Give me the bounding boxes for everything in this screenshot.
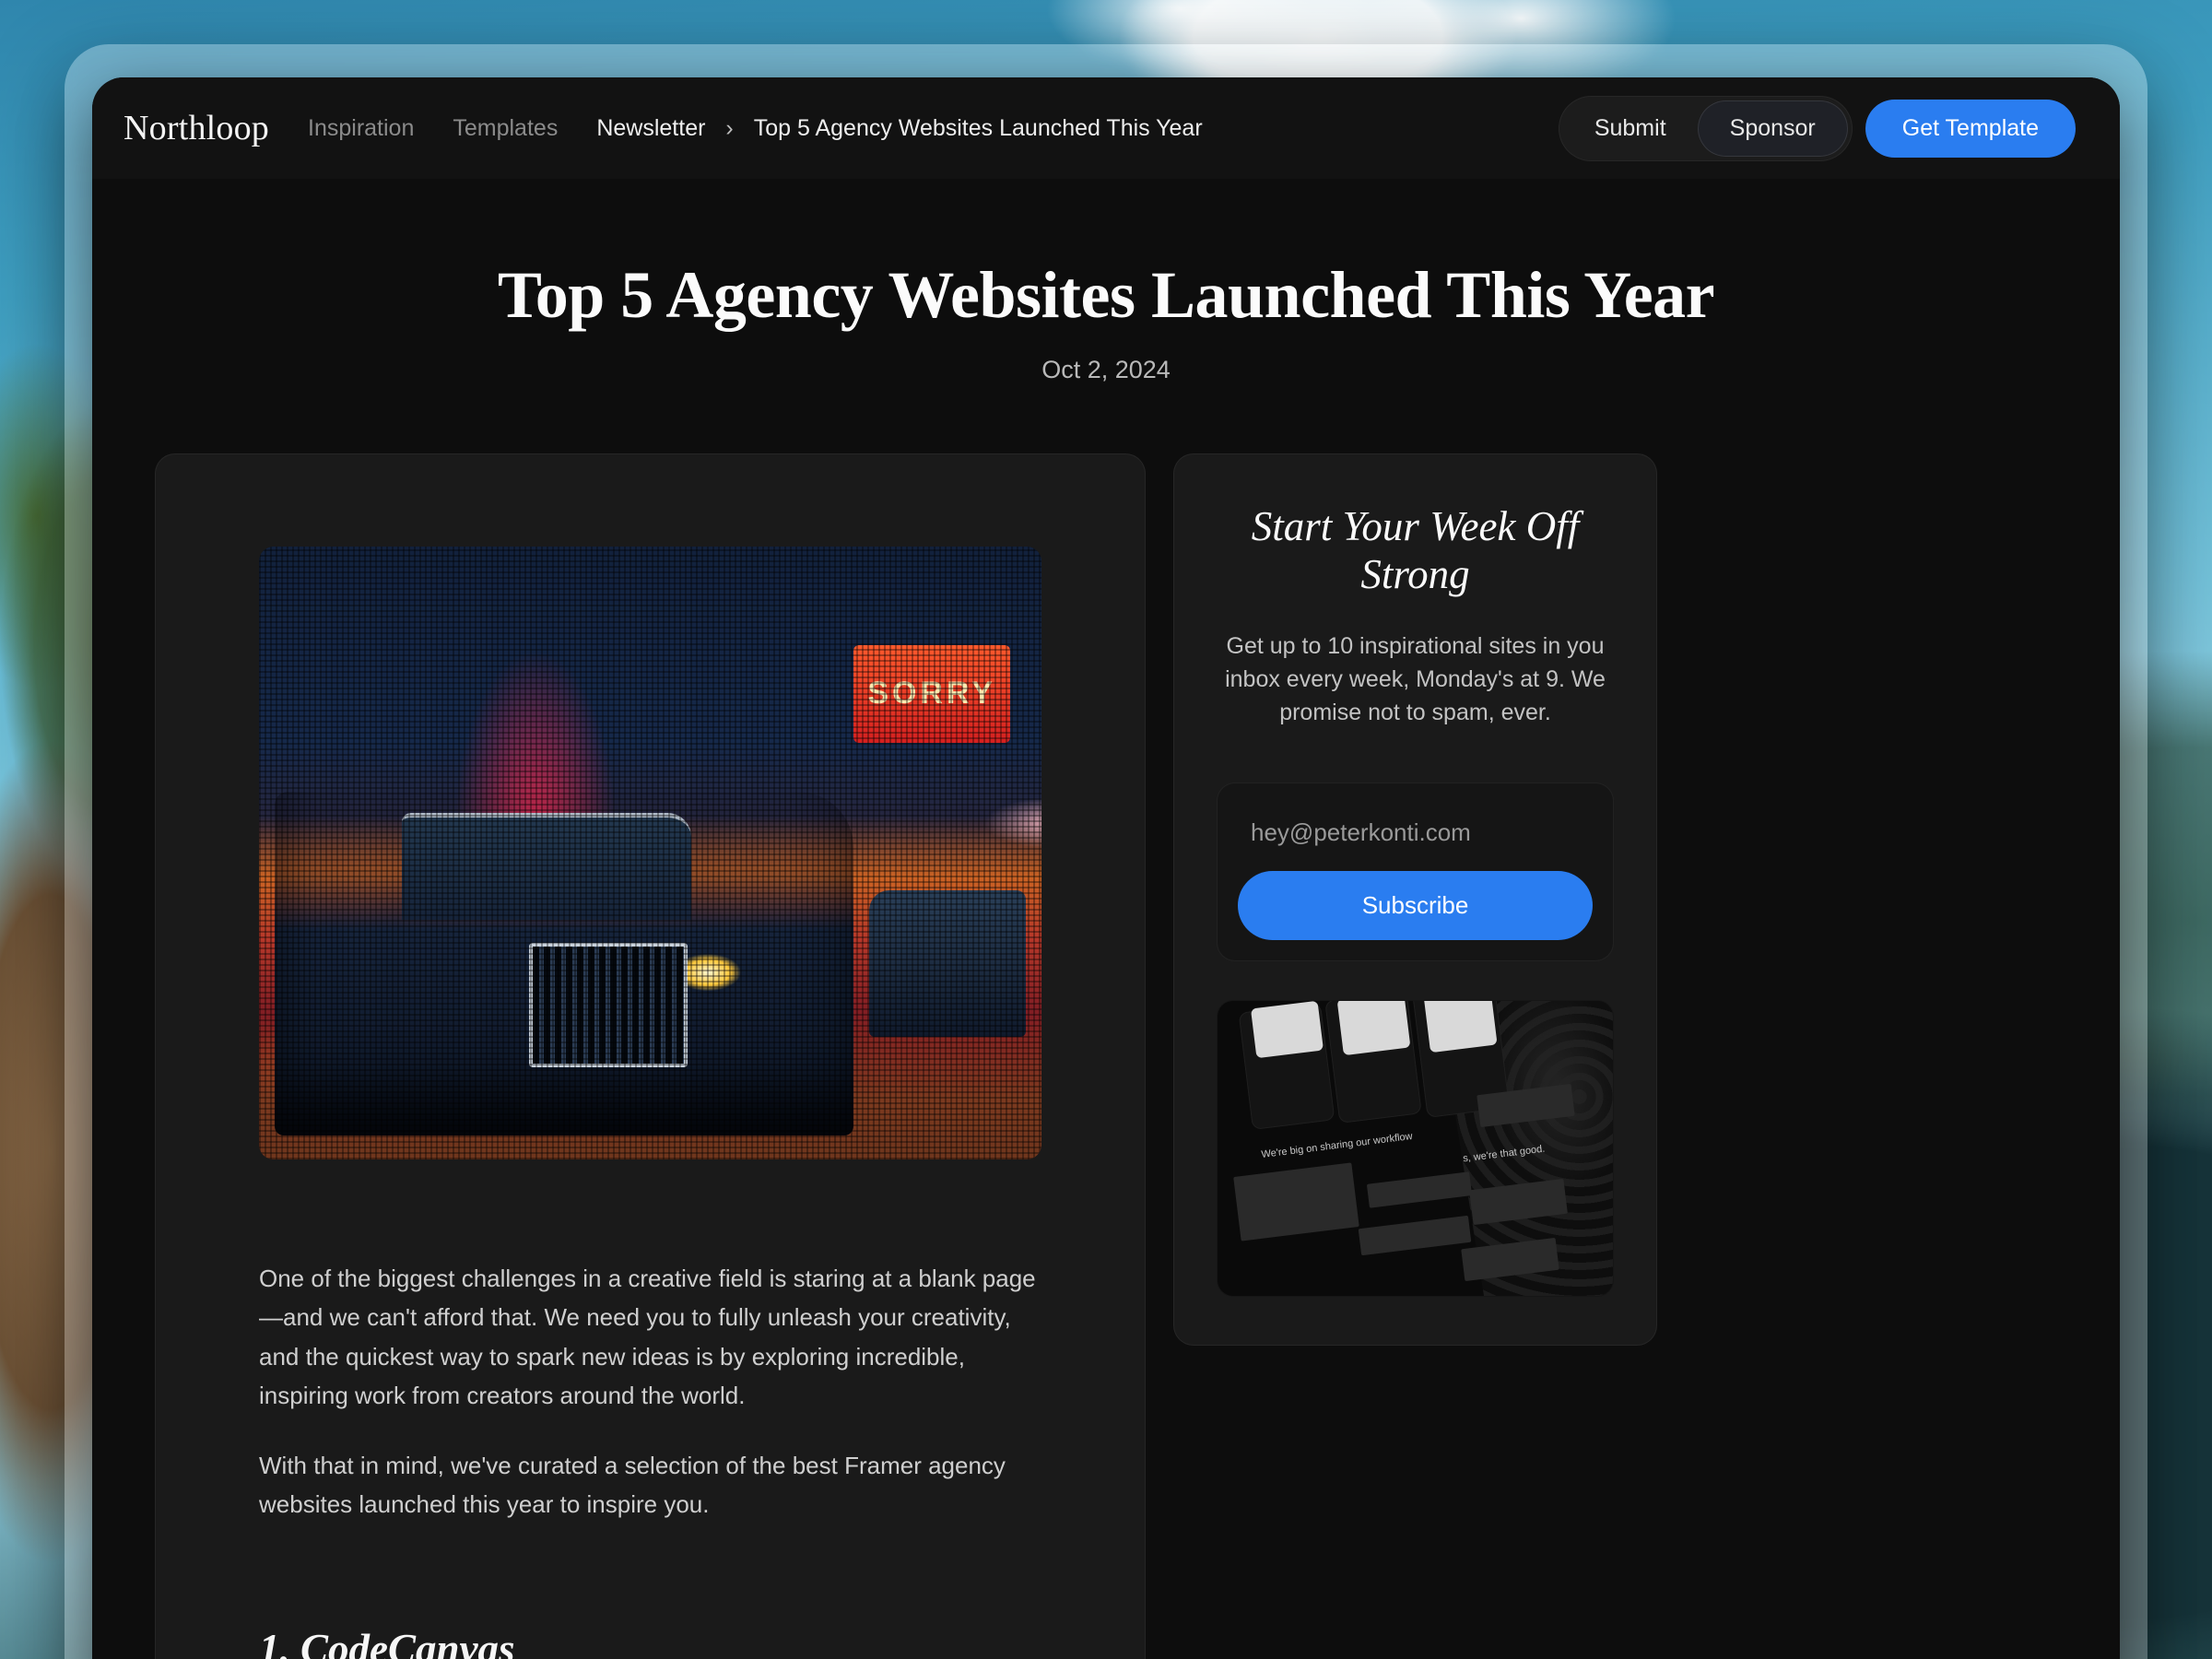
- newsletter-card: Start Your Week Off Strong Get up to 10 …: [1173, 453, 1657, 1347]
- sponsor-thumbnail[interactable]: We're big on sharing our workflow s, we'…: [1217, 1000, 1614, 1298]
- page-body: Top 5 Agency Websites Launched This Year…: [92, 179, 2120, 1659]
- email-input[interactable]: [1238, 804, 1593, 872]
- article-card: SORRY One of the biggest challenges in a…: [155, 453, 1146, 1659]
- page-title: Top 5 Agency Websites Launched This Year: [497, 258, 1715, 332]
- promo-text-block-1: [1366, 1171, 1472, 1208]
- brand-logo[interactable]: Northloop: [124, 108, 269, 148]
- nav-link-inspiration[interactable]: Inspiration: [308, 115, 414, 142]
- avatar-3: [1423, 1001, 1498, 1053]
- avatar-2: [1336, 1001, 1411, 1055]
- nav-link-newsletter[interactable]: Newsletter: [596, 115, 705, 142]
- promo-headline: We're big on sharing our workflow: [1261, 1130, 1414, 1160]
- submit-button[interactable]: Submit: [1563, 101, 1698, 156]
- subscribe-form: Subscribe: [1217, 782, 1614, 962]
- promo-text-block-2: [1359, 1216, 1472, 1256]
- publish-date: Oct 2, 2024: [1041, 356, 1171, 384]
- newsletter-description: Get up to 10 inspirational sites in you …: [1225, 633, 1606, 726]
- sponsor-button[interactable]: Sponsor: [1697, 100, 1848, 157]
- nav-actions: Submit Sponsor Get Template: [1558, 95, 2076, 161]
- content-columns: SORRY One of the biggest challenges in a…: [92, 453, 2120, 1659]
- top-navbar: Northloop Inspiration Templates Newslett…: [92, 77, 2120, 179]
- promo-image-block: [1233, 1162, 1359, 1241]
- breadcrumb-current: Top 5 Agency Websites Launched This Year: [753, 114, 1203, 141]
- newsletter-title: Start Your Week Off Strong: [1251, 503, 1580, 598]
- section-heading-codecanvas: 1. CodeCanvas: [259, 1625, 515, 1659]
- hero-image: SORRY: [259, 547, 1041, 1160]
- app-window: Northloop Inspiration Templates Newslett…: [92, 77, 2120, 1659]
- paragraph-2: With that in mind, we've curated a selec…: [259, 1451, 1006, 1518]
- nav-link-templates[interactable]: Templates: [453, 115, 558, 142]
- segmented-control: Submit Sponsor: [1558, 95, 1853, 161]
- pixel-texture-overlay: [259, 547, 1041, 1160]
- article-body: One of the biggest challenges in a creat…: [259, 1259, 1041, 1524]
- nav-links: Inspiration Templates Newsletter: [308, 115, 705, 142]
- avatar-1: [1250, 1001, 1324, 1059]
- desktop-wallpaper: Northloop Inspiration Templates Newslett…: [0, 0, 2212, 1659]
- chevron-right-icon: ›: [725, 114, 734, 141]
- paragraph-1: One of the biggest challenges in a creat…: [259, 1265, 1036, 1409]
- get-template-button[interactable]: Get Template: [1865, 99, 2076, 158]
- subscribe-button[interactable]: Subscribe: [1238, 871, 1593, 941]
